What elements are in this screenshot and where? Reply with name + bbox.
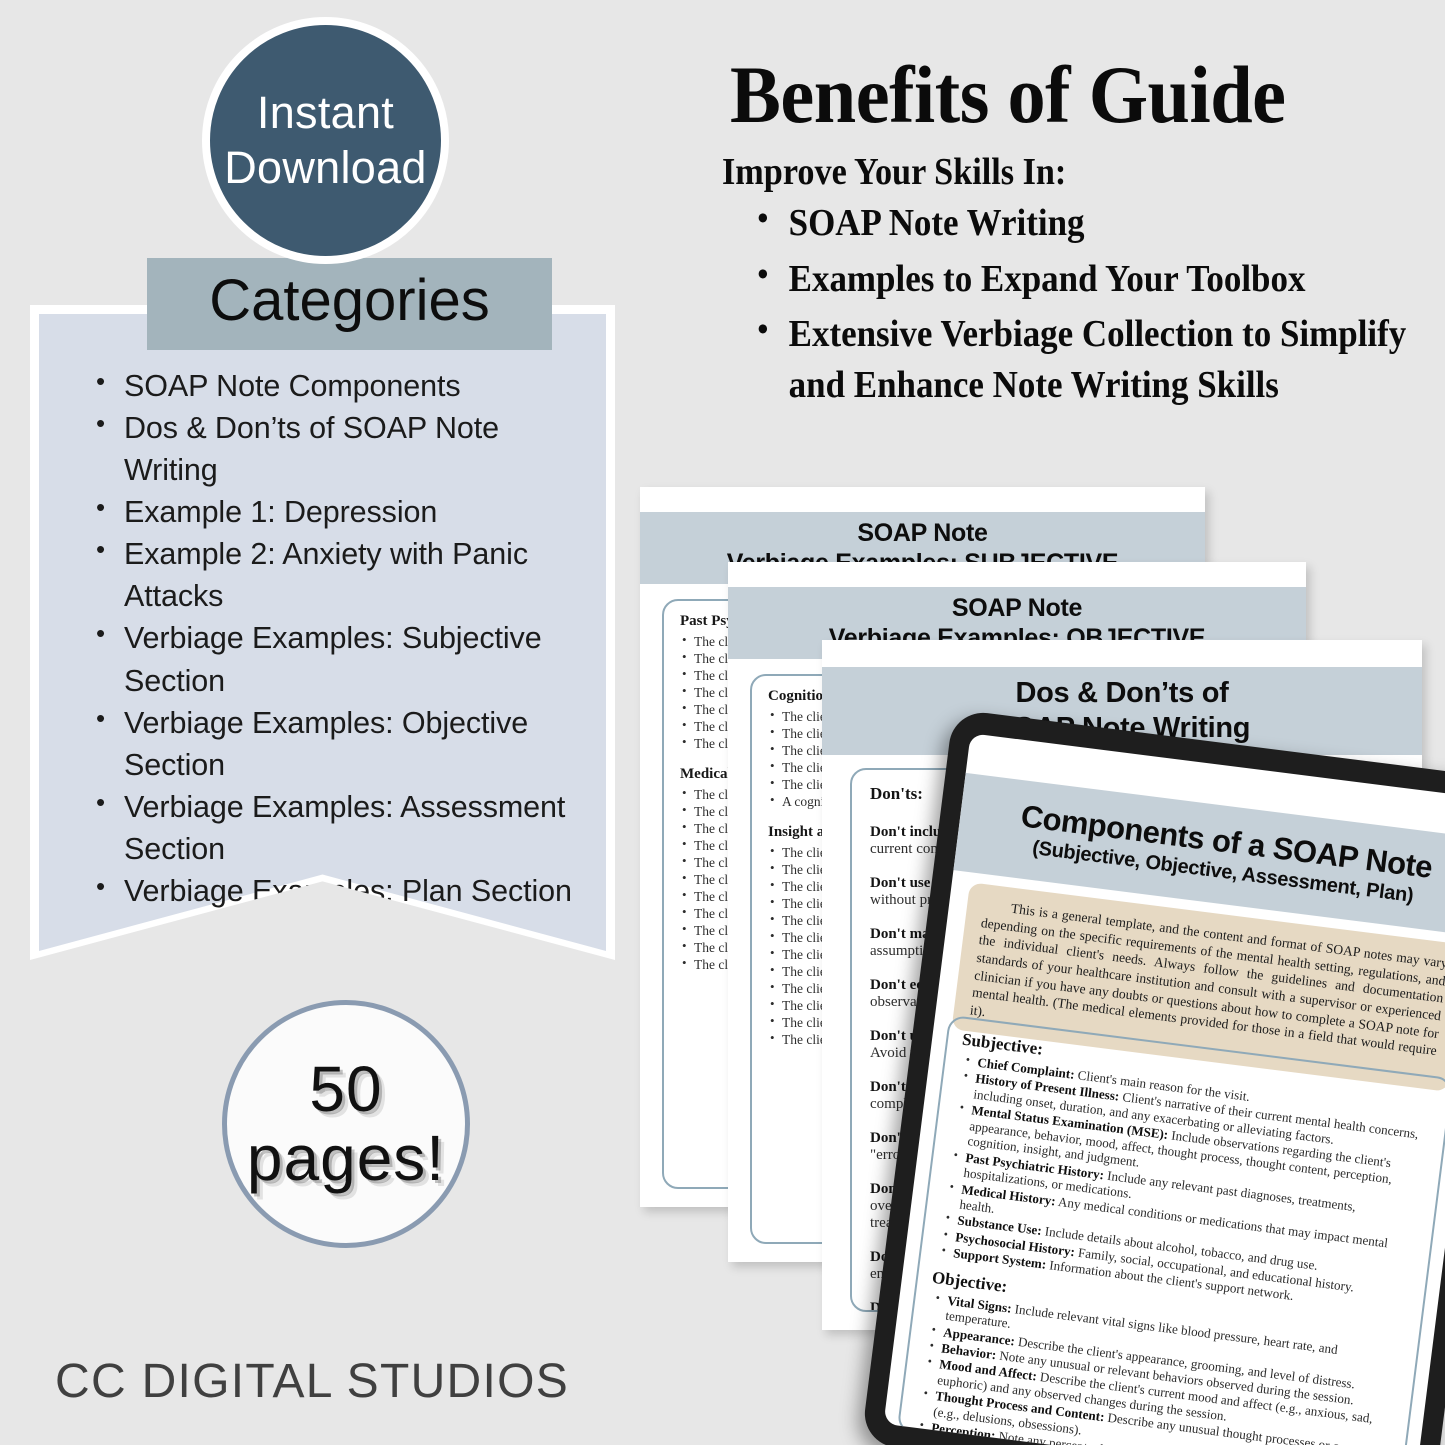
categories-banner: Categories (147, 258, 552, 350)
benefits-list: SOAP Note Writing Examples to Expand You… (750, 196, 1445, 415)
page-count-number: 50 (309, 1052, 383, 1125)
list-item: Verbiage Examples: Plan Section (92, 869, 592, 912)
sensor-dot-icon (1211, 751, 1222, 762)
instant-download-badge: Instant Download (202, 17, 449, 264)
sheet-header-line1: SOAP Note (857, 518, 988, 547)
list-item: Example 1: Depression (92, 490, 592, 533)
page-count-badge: 50 pages! (222, 1000, 470, 1248)
benefits-subtitle: Improve Your Skills In: (722, 151, 1067, 193)
instant-download-line1: Instant (256, 86, 395, 138)
list-item: Examples to Expand Your Toolbox (750, 252, 1431, 305)
list-item: Dos & Don’ts of SOAP Note Writing (92, 406, 592, 491)
categories-list: SOAP Note Components Dos & Don’ts of SOA… (92, 364, 592, 912)
categories-card: SOAP Note Components Dos & Don’ts of SOA… (30, 305, 615, 960)
camera-icon (1211, 749, 1263, 769)
tablet-doc-body: Subjective: Chief Complaint: Client's ma… (896, 1014, 1445, 1445)
page-count-label: pages! (246, 1122, 446, 1194)
page-title: Benefits of Guide (730, 49, 1286, 140)
list-item: Verbiage Examples: Objective Section (92, 701, 592, 786)
sheet-header-line1: Dos & Don’ts of (1015, 676, 1229, 709)
list-item: SOAP Note Components (92, 364, 592, 407)
categories-banner-label: Categories (209, 268, 490, 333)
list-item: Verbiage Examples: Subjective Section (92, 616, 592, 701)
tablet-device: Components of a SOAP Note (Subjective, O… (860, 708, 1445, 1445)
listing-graphic: SOAP Note Components Dos & Don’ts of SOA… (0, 0, 1445, 1445)
sheet-header-line1: SOAP Note (951, 593, 1083, 622)
term: Cognition: (928, 1436, 989, 1445)
list-item: Example 2: Anxiety with Panic Attacks (92, 532, 592, 617)
brand-name: CC DIGITAL STUDIOS (55, 1355, 570, 1408)
instant-download-line2: Download (224, 141, 427, 193)
list-item: Verbiage Examples: Assessment Section (92, 785, 592, 870)
list-item: Extensive Verbiage Collection to Simplif… (750, 307, 1431, 410)
tablet-screen[interactable]: Components of a SOAP Note (Subjective, O… (883, 733, 1445, 1445)
indicator-dot-icon (1256, 758, 1263, 765)
list-item: SOAP Note Writing (750, 196, 1431, 249)
camera-lens-icon (1230, 751, 1247, 767)
